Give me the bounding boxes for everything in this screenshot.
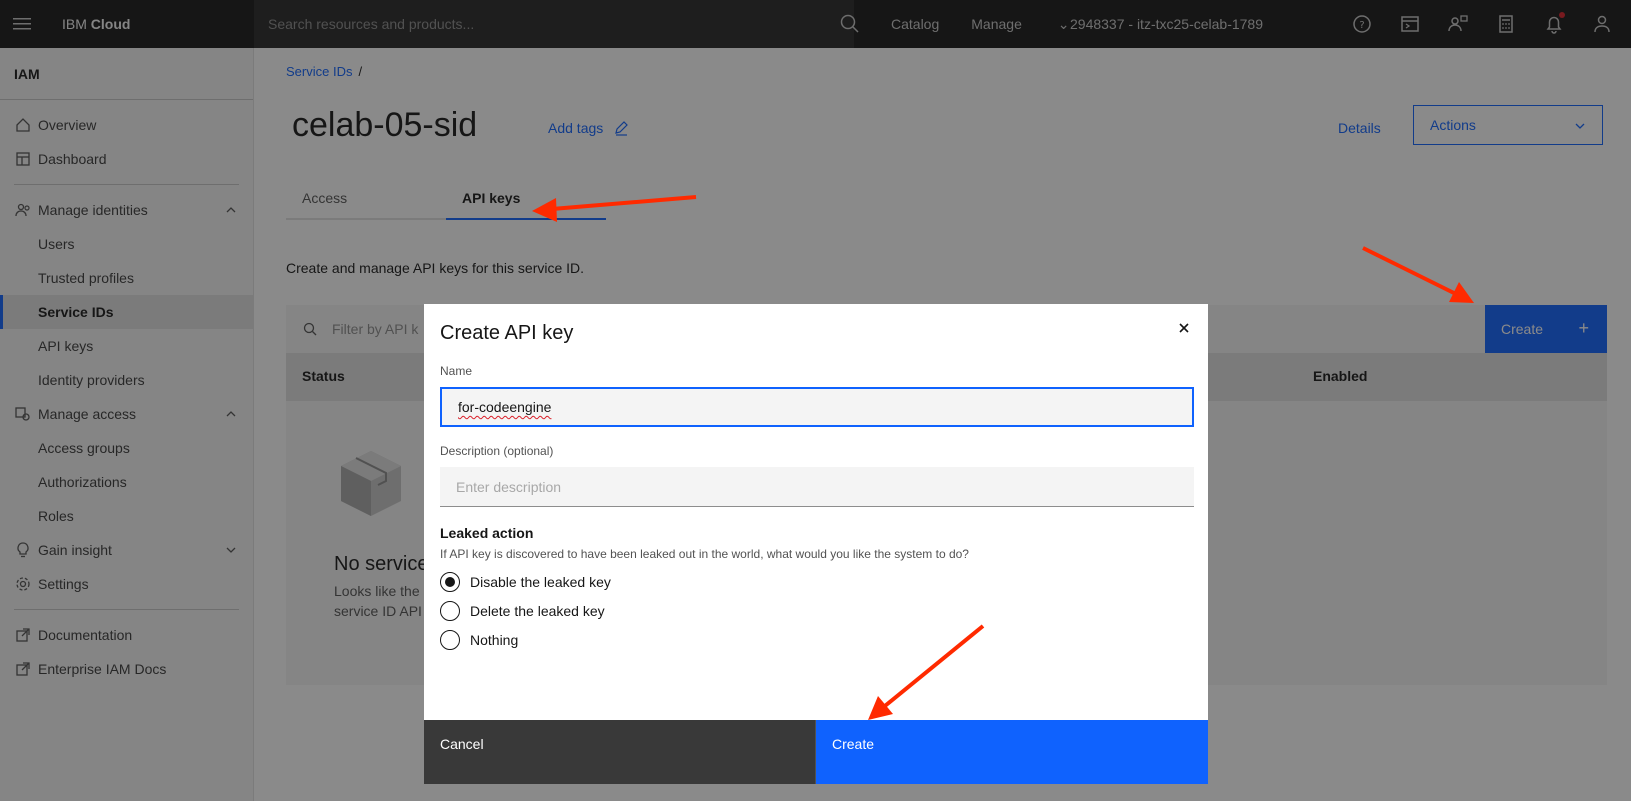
radio-button-selected[interactable] (440, 572, 460, 592)
radio-button[interactable] (440, 630, 460, 650)
name-value: for-codeengine (458, 399, 552, 415)
radio-label: Delete the leaked key (470, 603, 605, 619)
radio-nothing[interactable]: Nothing (440, 630, 518, 650)
radio-disable-leaked-key[interactable]: Disable the leaked key (440, 572, 611, 592)
leaked-action-title: Leaked action (440, 525, 534, 541)
close-icon[interactable] (1174, 318, 1194, 338)
name-input[interactable]: for-codeengine (440, 387, 1194, 427)
create-button[interactable]: Create (816, 720, 1208, 784)
modal-title: Create API key (440, 322, 574, 344)
radio-label: Nothing (470, 632, 519, 648)
cancel-button[interactable]: Cancel (424, 720, 816, 784)
radio-delete-leaked-key[interactable]: Delete the leaked key (440, 601, 605, 621)
name-label: Name (440, 364, 473, 378)
radio-label: Disable the leaked key (470, 574, 611, 590)
modal-footer: Cancel Create (424, 720, 1208, 784)
description-label: Description (optional) (440, 444, 554, 458)
description-input[interactable]: Enter description (440, 467, 1194, 507)
create-api-key-modal: Create API key Name for-codeengine Descr… (424, 304, 1208, 784)
description-placeholder: Enter description (456, 478, 562, 495)
leaked-action-help: If API key is discovered to have been le… (440, 547, 969, 561)
radio-button[interactable] (440, 601, 460, 621)
